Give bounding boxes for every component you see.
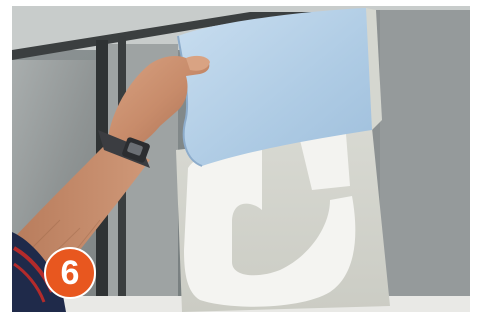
step-number-badge: 6 bbox=[44, 247, 96, 299]
step-number: 6 bbox=[60, 254, 80, 292]
